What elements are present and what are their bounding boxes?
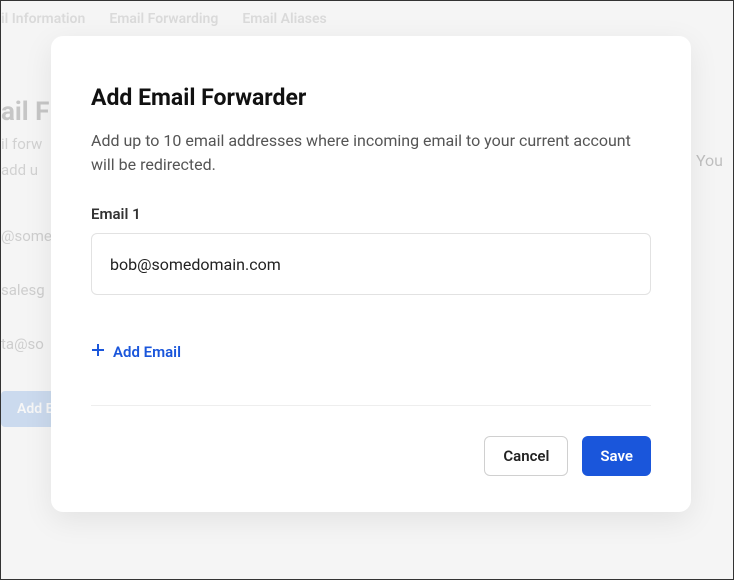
email-1-input[interactable] [91,233,651,295]
add-email-forwarder-modal: Add Email Forwarder Add up to 10 email a… [51,36,691,512]
modal-title: Add Email Forwarder [91,84,651,111]
cancel-button[interactable]: Cancel [484,436,568,476]
email-1-label: Email 1 [91,205,651,223]
modal-description: Add up to 10 email addresses where incom… [91,129,651,177]
add-email-label: Add Email [113,343,181,361]
modal-actions: Cancel Save [91,436,651,476]
add-email-button[interactable]: Add Email [91,343,181,361]
modal-divider [91,405,651,406]
plus-icon [91,343,105,361]
save-button[interactable]: Save [582,436,651,476]
